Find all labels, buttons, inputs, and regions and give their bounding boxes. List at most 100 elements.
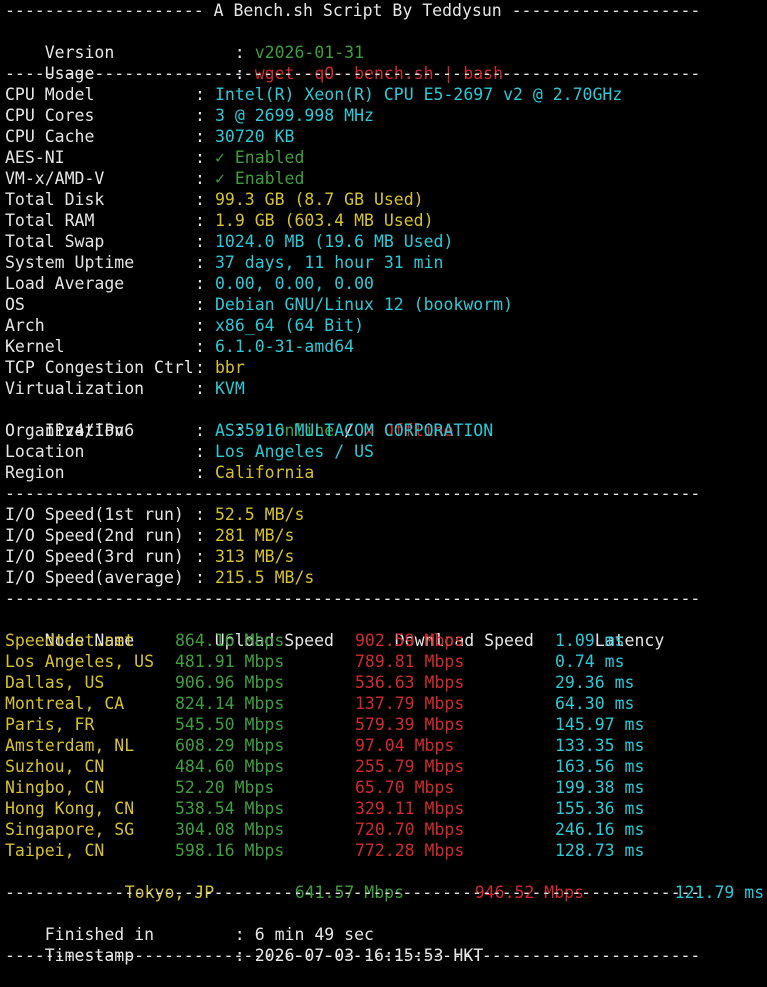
info-key: AES-NI [5, 148, 65, 167]
node-name: Speedtest.net [5, 631, 135, 650]
separator: ----------------------------------------… [5, 946, 701, 965]
info-value: 37 days, 11 hour 31 min [215, 253, 444, 272]
info-value: California [215, 463, 315, 482]
colon: : [195, 148, 205, 167]
latency: 199.38 ms [555, 778, 645, 797]
version-key: Version [44, 43, 115, 62]
location-info-row: Region: California [5, 462, 767, 483]
info-key: Arch [5, 316, 45, 335]
system-info-row: TCP Congestion Ctrl: bbr [5, 357, 767, 378]
latency: 29.36 ms [555, 673, 635, 692]
location-info-block: Organization: AS35916 MULTACOM CORPORATIO… [5, 420, 767, 483]
upload-speed: 481.91 Mbps [175, 652, 285, 671]
node-name: Ningbo, CN [5, 778, 105, 797]
system-info-row: Kernel:6.1.0-31-amd64 [5, 336, 767, 357]
latency: 1.09 ms [555, 631, 625, 650]
separator: ----------------------------------------… [5, 484, 701, 503]
io-speed-block: I/O Speed(1st run):52.5 MB/s I/O Speed(2n… [5, 504, 767, 588]
latency: 155.36 ms [555, 799, 645, 818]
colon: : [234, 925, 245, 944]
node-name: Los Angeles, US [5, 652, 155, 671]
colon: : [195, 526, 205, 545]
location-info-row: Organization: AS35916 MULTACOM CORPORATIO… [5, 420, 767, 441]
system-info-row: Total RAM:1.9 GB (603.4 MB Used) [5, 210, 767, 231]
info-value: KVM [215, 379, 245, 398]
info-key: Kernel [5, 337, 65, 356]
info-value: x86_64 (64 Bit) [215, 316, 365, 335]
info-key: TCP Congestion Ctrl [5, 358, 194, 377]
info-key: Total Disk [5, 190, 105, 209]
upload-speed: 864.16 Mbps [175, 631, 285, 650]
io-value: 215.5 MB/s [215, 568, 315, 587]
separator: ----------------------------------------… [5, 64, 701, 83]
finished-row: Finished in:6 min 49 sec [5, 903, 767, 944]
info-value: Debian GNU/Linux 12 (bookworm) [215, 295, 514, 314]
latency: 145.97 ms [555, 715, 645, 734]
speedtest-row: Singapore, SG 304.08 Mbps 720.70 Mbps 246.1… [5, 819, 767, 840]
info-key: Total Swap [5, 232, 105, 251]
finished-value: 6 min 49 sec [254, 925, 374, 944]
colon: : [195, 442, 205, 461]
system-info-row: Total Swap:1024.0 MB (19.6 MB Used) [5, 231, 767, 252]
system-info-row: OS: Debian GNU/Linux 12 (bookworm) [5, 294, 767, 315]
info-value: 6.1.0-31-amd64 [215, 337, 355, 356]
version-row: Version: v2026-01-31 [5, 21, 767, 62]
colon: : [195, 127, 205, 146]
download-speed: 720.70 Mbps [355, 820, 465, 839]
upload-speed: 52.20 Mbps [175, 778, 275, 797]
io-speed-row: I/O Speed(average):215.5 MB/s [5, 567, 767, 588]
download-speed: 579.39 Mbps [355, 715, 465, 734]
ip-row: IPv4/IPv6: ✓ Online / ✗ Offline [5, 399, 767, 440]
colon: : [195, 211, 205, 230]
speedtest-header: Node Name Upload Speed Download Speed Laten… [5, 609, 767, 650]
node-name: Singapore, SG [5, 820, 135, 839]
info-key: OS [5, 295, 25, 314]
speedtest-rows: Speedtest.net 864.16 Mbps 902.59 Mbps 1.09 … [5, 630, 767, 861]
speedtest-row: Dallas, US 906.96 Mbps 536.63 Mbps 29.36 ms [5, 672, 767, 693]
separator: ----------------------------------------… [5, 589, 701, 608]
latency: 246.16 ms [555, 820, 645, 839]
download-speed: 255.79 Mbps [355, 757, 465, 776]
colon: : [195, 316, 205, 335]
separator: ----------------------------------------… [5, 883, 701, 902]
info-key: Organization [5, 421, 125, 440]
io-key: I/O Speed(average) [5, 568, 184, 587]
latency: 163.56 ms [555, 757, 645, 776]
node-name: Montreal, CA [5, 694, 125, 713]
version-value: v2026-01-31 [254, 43, 365, 62]
upload-speed: 608.29 Mbps [175, 736, 285, 755]
io-speed-row: I/O Speed(2nd run):281 MB/s [5, 525, 767, 546]
io-speed-row: I/O Speed(3rd run):313 MB/s [5, 546, 767, 567]
info-value: 99.3 GB (8.7 GB Used) [215, 190, 424, 209]
upload-speed: 304.08 Mbps [175, 820, 285, 839]
colon: : [195, 85, 205, 104]
colon: : [195, 547, 205, 566]
system-info-row: Load Average:0.00, 0.00, 0.00 [5, 273, 767, 294]
upload-speed: 824.14 Mbps [175, 694, 285, 713]
upload-speed: 545.50 Mbps [175, 715, 285, 734]
download-speed: 789.81 Mbps [355, 652, 465, 671]
speedtest-row-tokyo: Tokyo, JP 641.57 Mbps 946.52 Mbps 121.79 ms [5, 861, 767, 902]
io-speed-row: I/O Speed(1st run):52.5 MB/s [5, 504, 767, 525]
system-info-block: CPU Model: Intel(R) Xeon(R) CPU E5-2697 v… [5, 84, 767, 399]
io-value: 52.5 MB/s [215, 505, 305, 524]
speedtest-row: Hong Kong, CN 538.54 Mbps 329.11 Mbps 155.3… [5, 798, 767, 819]
download-speed: 902.59 Mbps [355, 631, 465, 650]
info-value: AS35916 MULTACOM CORPORATION [215, 421, 494, 440]
system-info-row: VM-x/AMD-V: ✓ Enabled [5, 168, 767, 189]
info-value: 1.9 GB (603.4 MB Used) [215, 211, 434, 230]
colon: : [195, 358, 205, 377]
colon: : [195, 274, 205, 293]
colon: : [234, 43, 245, 62]
download-speed: 536.63 Mbps [355, 673, 465, 692]
download-speed: 137.79 Mbps [355, 694, 465, 713]
info-value: ✓ Enabled [215, 148, 305, 167]
node-name: Amsterdam, NL [5, 736, 135, 755]
system-info-row: System Uptime:37 days, 11 hour 31 min [5, 252, 767, 273]
upload-speed: 598.16 Mbps [175, 841, 285, 860]
system-info-row: Virtualization: KVM [5, 378, 767, 399]
info-key: Load Average [5, 274, 125, 293]
download-speed: 329.11 Mbps [355, 799, 465, 818]
speedtest-row: Montreal, CA 824.14 Mbps 137.79 Mbps 64.30 … [5, 693, 767, 714]
info-value: bbr [215, 358, 245, 377]
